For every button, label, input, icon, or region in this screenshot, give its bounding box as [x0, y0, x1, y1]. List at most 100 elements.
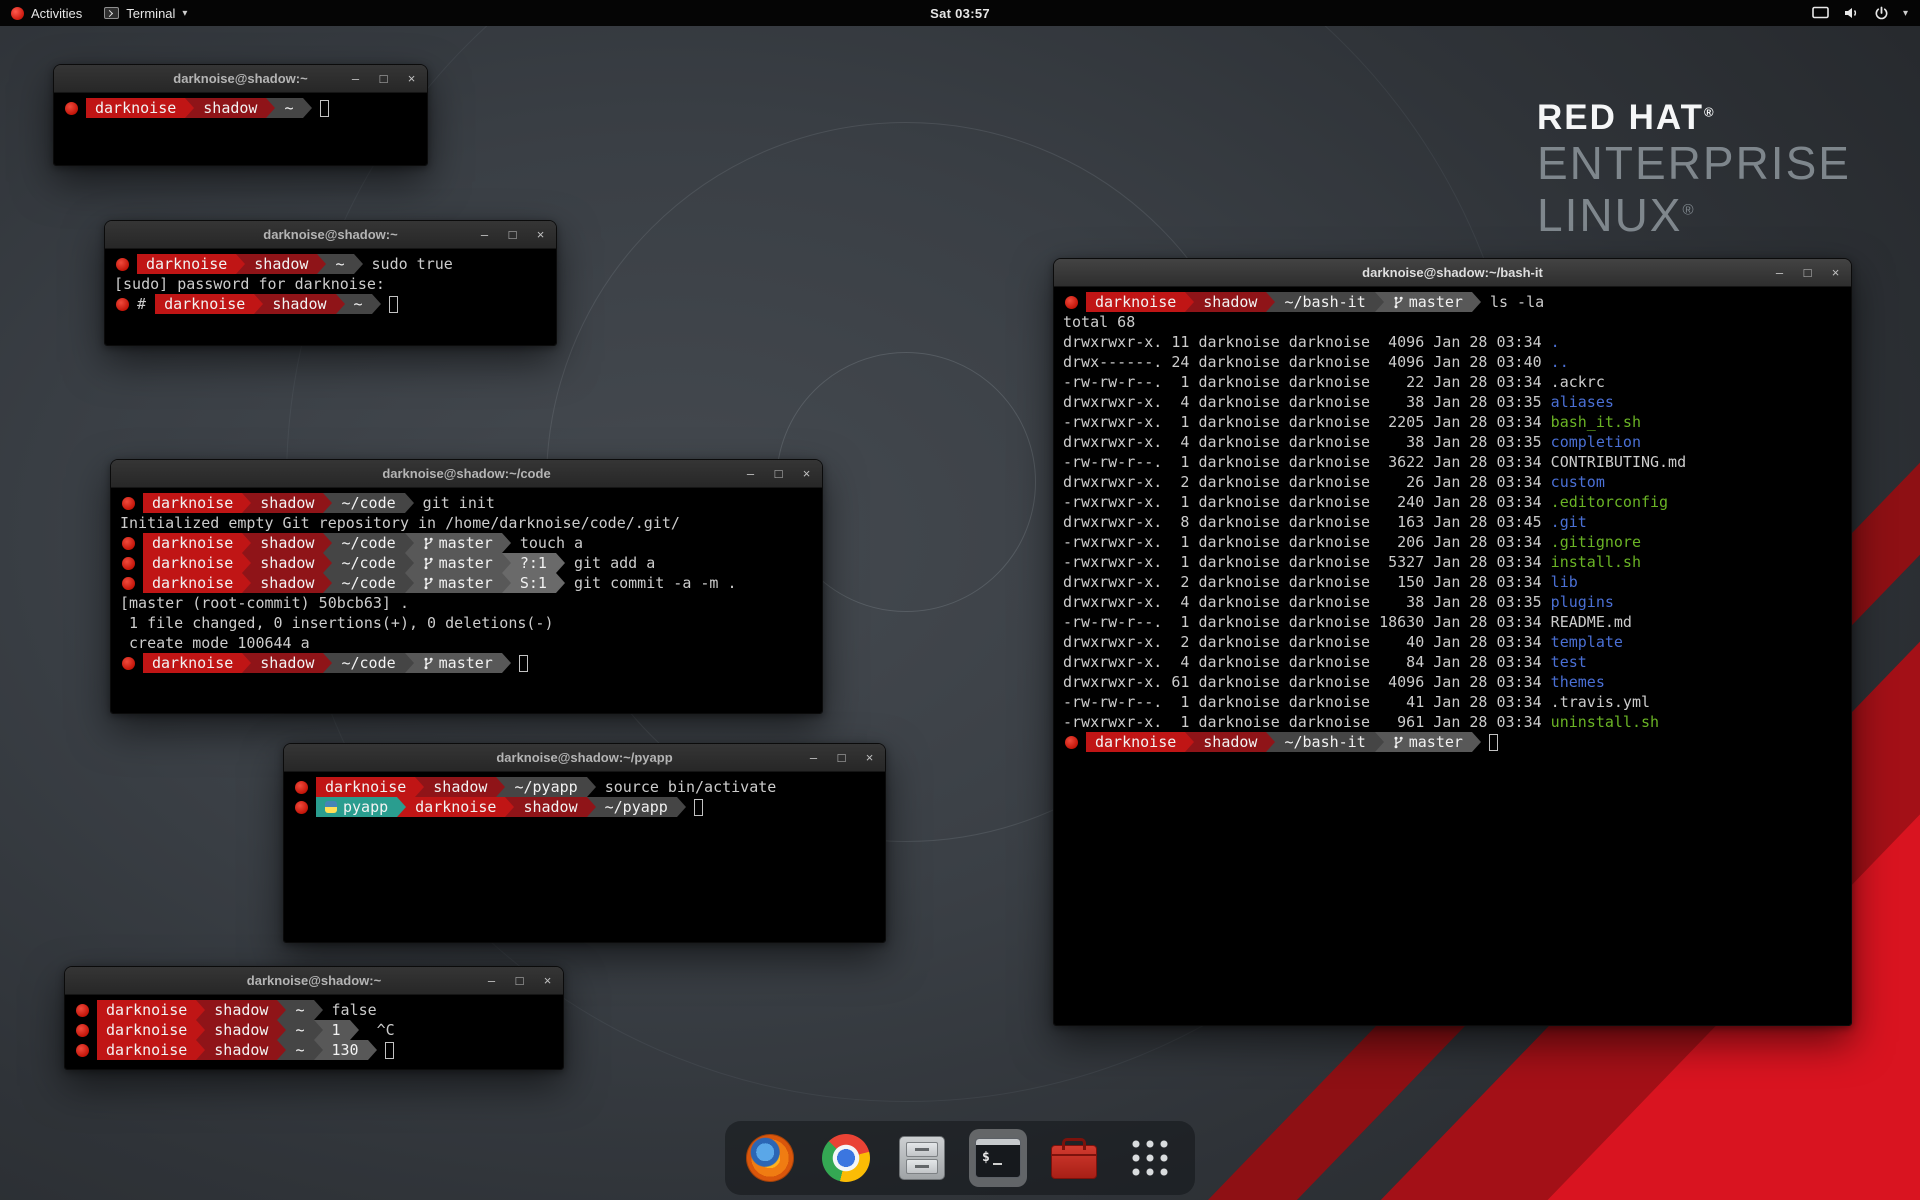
- terminal-text: ..: [1551, 353, 1569, 371]
- powerline-segment: shadow: [205, 1040, 277, 1060]
- close-button[interactable]: ×: [800, 467, 813, 480]
- close-button[interactable]: ×: [1829, 266, 1842, 279]
- terminal-content[interactable]: darknoiseshadow~/pyapp source bin/activa…: [284, 772, 885, 942]
- minimize-button[interactable]: –: [807, 751, 820, 764]
- terminal-line: Initialized empty Git repository in /hom…: [120, 513, 813, 533]
- maximize-button[interactable]: □: [377, 72, 390, 85]
- terminal-content[interactable]: darknoiseshadow~/bash-itmaster ls -latot…: [1054, 287, 1851, 1025]
- terminal-line: darknoiseshadow~/codemaster?:1 git add a: [120, 553, 813, 573]
- minimize-button[interactable]: –: [349, 72, 362, 85]
- dock-item-files[interactable]: [893, 1129, 951, 1187]
- powerline-segment: darknoise: [1086, 292, 1185, 312]
- maximize-button[interactable]: □: [506, 228, 519, 241]
- terminal-line: -rw-rw-r--. 1 darknoise darknoise 18630 …: [1063, 612, 1842, 632]
- terminal-content[interactable]: darknoiseshadow~ falsedarknoiseshadow~1 …: [65, 995, 563, 1069]
- powerline-arrow: [254, 294, 263, 314]
- powerline-arrow: [405, 553, 414, 573]
- window-buttons: – □ ×: [744, 460, 813, 487]
- window-titlebar[interactable]: darknoise@shadow:~/pyapp–□×: [284, 744, 885, 772]
- toolbox-icon: [1051, 1145, 1097, 1179]
- terminal-line: [sudo] password for darknoise:: [114, 274, 547, 294]
- powerline-arrow: [1472, 732, 1481, 752]
- powerline-arrow: [397, 797, 406, 817]
- powerline-segment: ~/bash-it: [1275, 732, 1374, 752]
- terminal-cursor: [389, 296, 398, 313]
- dock-item-app-grid[interactable]: [1121, 1129, 1179, 1187]
- dock-item-terminal[interactable]: $: [969, 1129, 1027, 1187]
- powerline-arrow: [502, 533, 511, 553]
- terminal-window-home-1: darknoise@shadow:~–□×darknoiseshadow~: [53, 64, 428, 166]
- terminal-text: git add a: [565, 554, 655, 572]
- powerline-arrow: [323, 533, 332, 553]
- chrome-icon: [822, 1134, 870, 1182]
- powerline-segment: shadow: [251, 553, 323, 573]
- system-status-area[interactable]: ▾: [1812, 0, 1920, 26]
- terminal-text: themes: [1551, 673, 1605, 691]
- powerline-arrow: [405, 573, 414, 593]
- window-titlebar[interactable]: darknoise@shadow:~/code–□×: [111, 460, 822, 488]
- powerline-arrow: [405, 533, 414, 553]
- maximize-button[interactable]: □: [1801, 266, 1814, 279]
- dock-item-firefox[interactable]: [741, 1129, 799, 1187]
- terminal-line: darknoiseshadow~/codemaster: [120, 653, 813, 673]
- window-titlebar[interactable]: darknoise@shadow:~–□×: [65, 967, 563, 995]
- terminal-text: drwxrwxr-x. 4 darknoise darknoise 84 Jan…: [1063, 653, 1551, 671]
- minimize-button[interactable]: –: [478, 228, 491, 241]
- window-titlebar[interactable]: darknoise@shadow:~/bash-it– □ ×: [1054, 259, 1851, 287]
- activities-button[interactable]: Activities: [0, 0, 93, 26]
- terminal-window-pyapp: darknoise@shadow:~/pyapp–□×darknoiseshad…: [283, 743, 886, 943]
- powerline-segment: master: [1384, 292, 1472, 312]
- windows-layer: darknoise@shadow:~–□×darknoiseshadow~dar…: [0, 0, 1920, 1200]
- powerline-segment: shadow: [514, 797, 586, 817]
- terminal-line: darknoiseshadow~ false: [74, 1000, 554, 1020]
- redhat-prompt-icon: [65, 102, 78, 115]
- terminal-text: source bin/activate: [596, 778, 777, 796]
- clock[interactable]: Sat 03:57: [930, 6, 990, 21]
- powerline-arrow: [323, 653, 332, 673]
- redhat-prompt-icon: [122, 557, 135, 570]
- window-titlebar[interactable]: darknoise@shadow:~–□×: [105, 221, 556, 249]
- powerline-arrow: [317, 254, 326, 274]
- powerline-arrow: [336, 294, 345, 314]
- powerline-segment: ~: [286, 1000, 313, 1020]
- dock-item-chrome[interactable]: [817, 1129, 875, 1187]
- powerline-arrow: [587, 797, 596, 817]
- app-menu-terminal[interactable]: Terminal ▾: [93, 0, 198, 26]
- minimize-button[interactable]: –: [1773, 266, 1786, 279]
- close-button[interactable]: ×: [534, 228, 547, 241]
- powerline-arrow: [354, 254, 363, 274]
- powerline-segment: shadow: [251, 653, 323, 673]
- window-title: darknoise@shadow:~/bash-it: [1054, 259, 1851, 286]
- terminal-text: drwxrwxr-x. 2 darknoise darknoise 26 Jan…: [1063, 473, 1551, 491]
- app-grid-icon: [1129, 1137, 1171, 1179]
- terminal-text: completion: [1551, 433, 1641, 451]
- close-button[interactable]: ×: [541, 974, 554, 987]
- terminal-text: sudo true: [363, 255, 453, 273]
- terminal-line: -rwxrwxr-x. 1 darknoise darknoise 206 Ja…: [1063, 532, 1842, 552]
- powerline-arrow: [242, 573, 251, 593]
- dock-item-toolbox[interactable]: [1045, 1129, 1103, 1187]
- powerline-segment: master: [1384, 732, 1472, 752]
- minimize-button[interactable]: –: [485, 974, 498, 987]
- terminal-text: total 68: [1063, 313, 1135, 331]
- powerline-arrow: [502, 553, 511, 573]
- terminal-line: darknoiseshadow~/codemaster touch a: [120, 533, 813, 553]
- redhat-prompt-icon: [295, 781, 308, 794]
- terminal-window-home-2: darknoise@shadow:~–□×darknoiseshadow~ su…: [104, 220, 557, 346]
- close-button[interactable]: ×: [863, 751, 876, 764]
- powerline-arrow: [405, 653, 414, 673]
- terminal-text: -rw-rw-r--. 1 darknoise darknoise 18630 …: [1063, 613, 1632, 631]
- terminal-content[interactable]: darknoiseshadow~ sudo true[sudo] passwor…: [105, 249, 556, 345]
- terminal-text: drwxrwxr-x. 8 darknoise darknoise 163 Ja…: [1063, 513, 1551, 531]
- terminal-line: drwxrwxr-x. 2 darknoise darknoise 40 Jan…: [1063, 632, 1842, 652]
- terminal-content[interactable]: darknoiseshadow~: [54, 93, 427, 165]
- close-button[interactable]: ×: [405, 72, 418, 85]
- minimize-button[interactable]: –: [744, 467, 757, 480]
- terminal-text: plugins: [1551, 593, 1614, 611]
- powerline-segment: darknoise: [143, 553, 242, 573]
- maximize-button[interactable]: □: [772, 467, 785, 480]
- maximize-button[interactable]: □: [835, 751, 848, 764]
- maximize-button[interactable]: □: [513, 974, 526, 987]
- window-titlebar[interactable]: darknoise@shadow:~–□×: [54, 65, 427, 93]
- terminal-content[interactable]: darknoiseshadow~/code git initInitialize…: [111, 488, 822, 713]
